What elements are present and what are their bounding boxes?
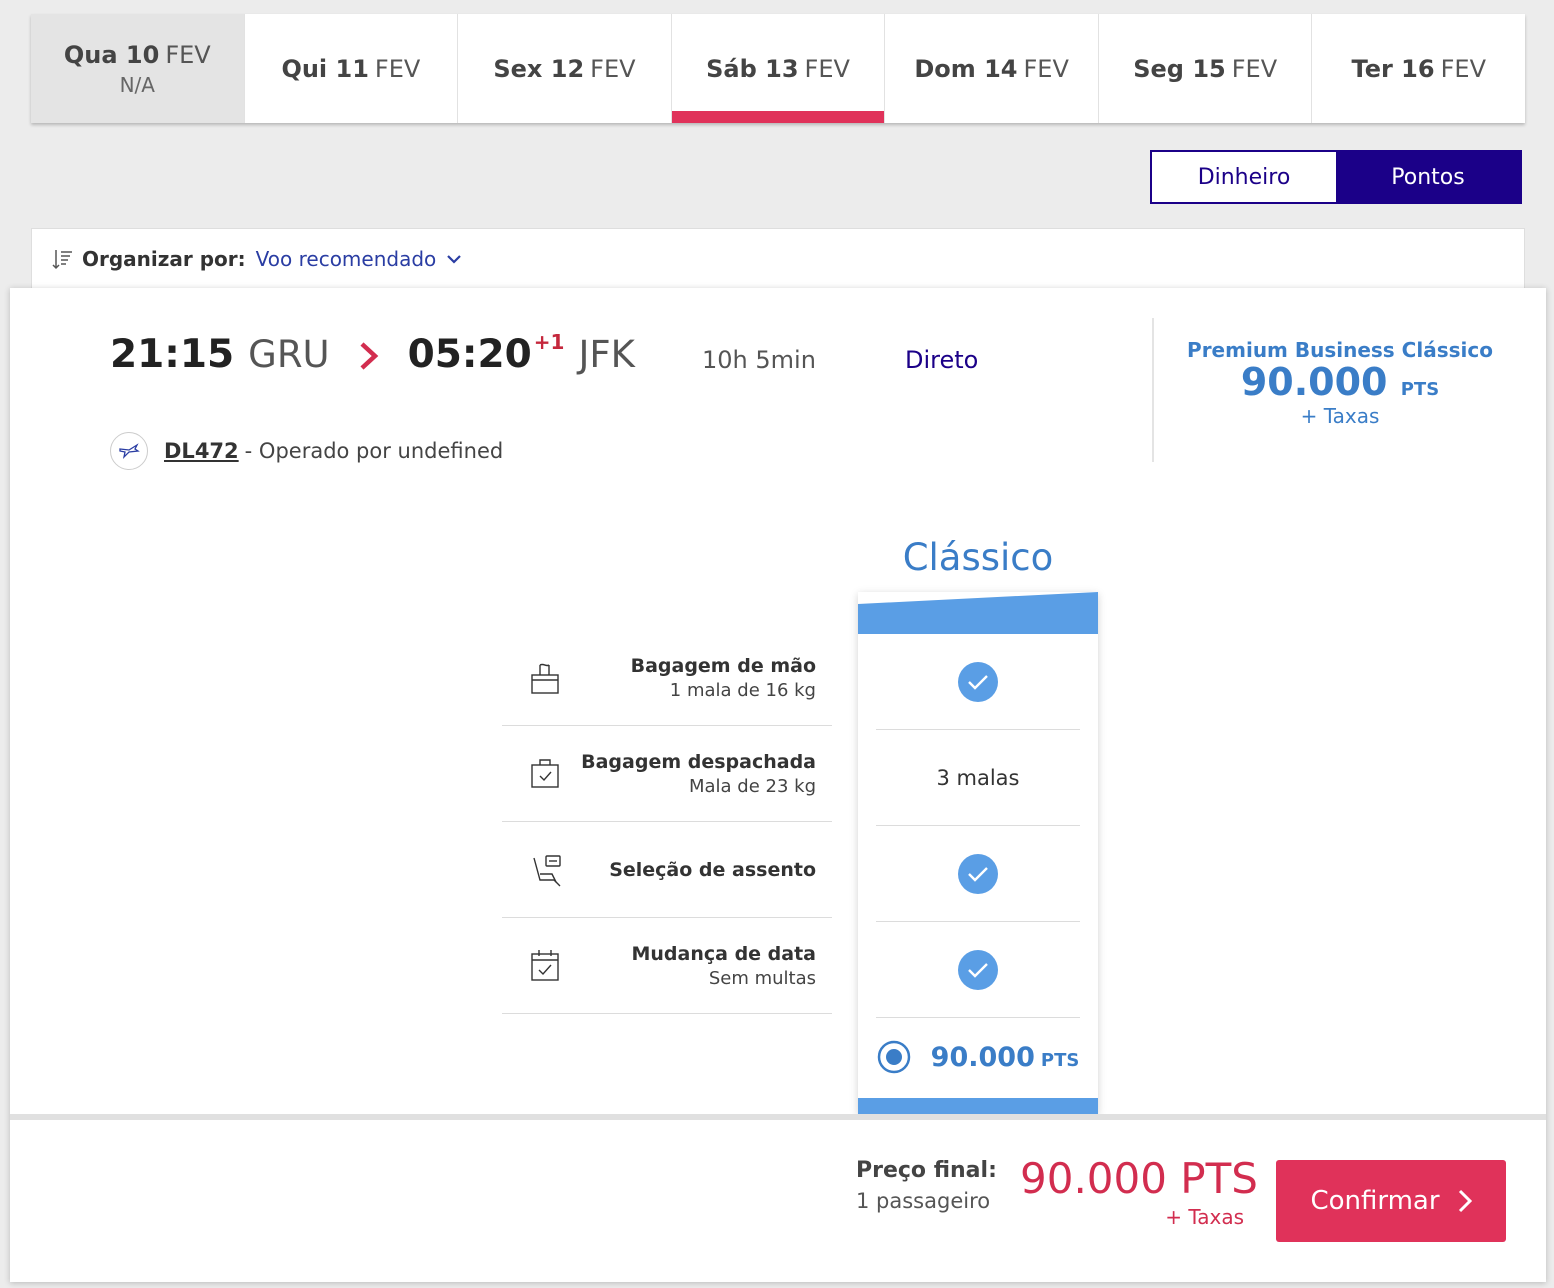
- fare-points-unit: PTS: [1400, 379, 1440, 400]
- flight-number-link[interactable]: DL472: [164, 439, 239, 463]
- departure-time: 21:15: [110, 332, 235, 377]
- chevron-down-icon: [447, 255, 462, 264]
- date-day: Sex 12: [493, 54, 585, 83]
- seat-icon: [533, 854, 561, 886]
- currency-toggle: Dinheiro Pontos: [1150, 150, 1522, 204]
- date-month: FEV: [1231, 54, 1278, 83]
- fare-cell-carry-on: [876, 634, 1080, 730]
- date-tab-fri-12[interactable]: Sex 12 FEV: [458, 14, 672, 123]
- fare-cell-date-change: [876, 922, 1080, 1018]
- date-unavailable: N/A: [119, 72, 155, 97]
- benefit-subtitle: 1 mala de 16 kg: [669, 679, 816, 701]
- calendar-change-icon: [531, 949, 559, 981]
- fare-name: Premium Business Clássico: [1187, 338, 1493, 362]
- date-month: FEV: [1023, 54, 1069, 83]
- fare-cell-seat: [876, 826, 1080, 922]
- date-day: Qui 11: [281, 54, 369, 83]
- date-day: Seg 15: [1133, 54, 1226, 83]
- flight-duration: 10h 5min: [702, 346, 816, 374]
- checked-bag-icon: [531, 758, 559, 788]
- date-tab-mon-15[interactable]: Seg 15 FEV: [1099, 14, 1313, 123]
- arrival-airport: JFK: [578, 333, 635, 376]
- airline-logo: [110, 432, 148, 470]
- final-price: 90.000 PTS + Taxas: [1020, 1154, 1258, 1229]
- fare-select-radio[interactable]: 90.000 PTS: [876, 1014, 1080, 1100]
- radio-selected-icon: [877, 1040, 910, 1074]
- flight-info: DL472 - Operado por undefined: [110, 432, 503, 470]
- benefit-row-seat: Seleção de assento: [502, 822, 832, 918]
- fare-cell-checked-bag: 3 malas: [876, 730, 1080, 826]
- fare-select-points: 90.000 PTS: [931, 1042, 1080, 1073]
- chevron-right-icon: [360, 342, 378, 370]
- carry-on-bag-icon: [531, 663, 559, 694]
- benefit-subtitle: Mala de 23 kg: [688, 775, 816, 797]
- operated-by: - Operado por undefined: [244, 439, 504, 463]
- flight-times: 21:15 GRU 05:20 +1 JFK: [110, 330, 635, 377]
- fare-points-value: 90.000: [1240, 360, 1388, 404]
- sort-icon: [52, 250, 72, 270]
- benefit-row-checked-bag: Bagagem despachada Mala de 23 kg: [502, 726, 832, 822]
- checked-bag-value: 3 malas: [936, 765, 1020, 790]
- airline-logo-icon: [119, 443, 140, 459]
- divider: [1152, 318, 1154, 462]
- date-tab-tue-16[interactable]: Ter 16 FEV: [1312, 14, 1525, 123]
- final-price-taxes: + Taxas: [1165, 1205, 1244, 1229]
- benefit-subtitle: Sem multas: [708, 967, 816, 989]
- date-month: FEV: [804, 54, 850, 83]
- check-circle-icon: [958, 949, 998, 990]
- final-price-amount: 90.000 PTS: [1020, 1154, 1258, 1203]
- flight-card: 21:15 GRU 05:20 +1 JFK 10h 5min Direto Pr…: [10, 288, 1546, 1282]
- date-tab-sun-14[interactable]: Dom 14 FEV: [885, 14, 1099, 123]
- arrival-day-offset: +1: [533, 330, 565, 354]
- departure-airport: GRU: [248, 333, 330, 376]
- date-day: Qua 10: [63, 40, 160, 69]
- benefit-row-date-change: Mudança de data Sem multas: [502, 918, 832, 1014]
- confirm-button[interactable]: Confirmar: [1276, 1160, 1506, 1242]
- sort-bar: Organizar por: Voo recomendado: [31, 228, 1525, 290]
- date-tab-thu-11[interactable]: Qui 11 FEV: [245, 14, 459, 123]
- benefits-list: Bagagem de mão 1 mala de 16 kg Bagagem d…: [502, 630, 832, 1014]
- arrival-time: 05:20: [407, 332, 532, 377]
- benefit-title: Seleção de assento: [609, 858, 816, 881]
- price-footer: Preço final: 1 passageiro 90.000 PTS + T…: [10, 1114, 1546, 1282]
- fare-summary[interactable]: Premium Business Clássico 90.000 PTS + T…: [1160, 338, 1520, 428]
- fare-taxes: + Taxas: [1300, 403, 1380, 428]
- check-circle-icon: [958, 853, 998, 894]
- fare-select-points-unit: PTS: [1040, 1049, 1080, 1071]
- sort-value-text: Voo recomendado: [255, 247, 437, 271]
- date-day: Sáb 13: [706, 54, 799, 83]
- date-day: Dom 14: [914, 54, 1018, 83]
- fare-column-classico: 3 malas 90.000 PTS: [858, 592, 1098, 1114]
- date-tab-wed-10: Qua 10 FEV N/A: [31, 14, 245, 123]
- fare-column-footer: [858, 1098, 1098, 1114]
- confirm-label: Confirmar: [1310, 1186, 1440, 1216]
- benefit-title: Bagagem de mão: [630, 654, 816, 677]
- check-circle-icon: [958, 661, 998, 702]
- chevron-right-icon: [1458, 1189, 1472, 1213]
- sort-label: Organizar por:: [82, 247, 246, 271]
- points-toggle-button[interactable]: Pontos: [1336, 152, 1520, 202]
- date-day: Ter 16: [1351, 54, 1435, 83]
- final-price-title: Preço final:: [856, 1158, 997, 1183]
- date-selector: Qua 10 FEV N/A Qui 11 FEV Sex 12 FEV Sáb 13…: [31, 14, 1525, 123]
- date-month: FEV: [590, 54, 636, 83]
- final-price-label: Preço final: 1 passageiro: [856, 1158, 997, 1213]
- date-month: FEV: [1440, 54, 1486, 83]
- date-month: FEV: [165, 40, 211, 69]
- money-toggle-button[interactable]: Dinheiro: [1152, 152, 1336, 202]
- sort-dropdown[interactable]: Voo recomendado: [256, 247, 463, 271]
- benefit-row-carry-on: Bagagem de mão 1 mala de 16 kg: [502, 630, 832, 726]
- benefit-title: Mudança de data: [631, 942, 816, 965]
- fare-select-points-value: 90.000: [930, 1041, 1035, 1073]
- fare-column-header: [858, 592, 1098, 634]
- fare-points: 90.000 PTS: [1160, 360, 1520, 404]
- fare-class-title: Clássico: [902, 536, 1054, 579]
- passenger-count: 1 passageiro: [856, 1189, 991, 1213]
- benefit-title: Bagagem despachada: [581, 750, 816, 773]
- date-month: FEV: [374, 54, 421, 83]
- date-tab-sat-13[interactable]: Sáb 13 FEV: [671, 14, 886, 123]
- flight-stops: Direto: [905, 346, 979, 374]
